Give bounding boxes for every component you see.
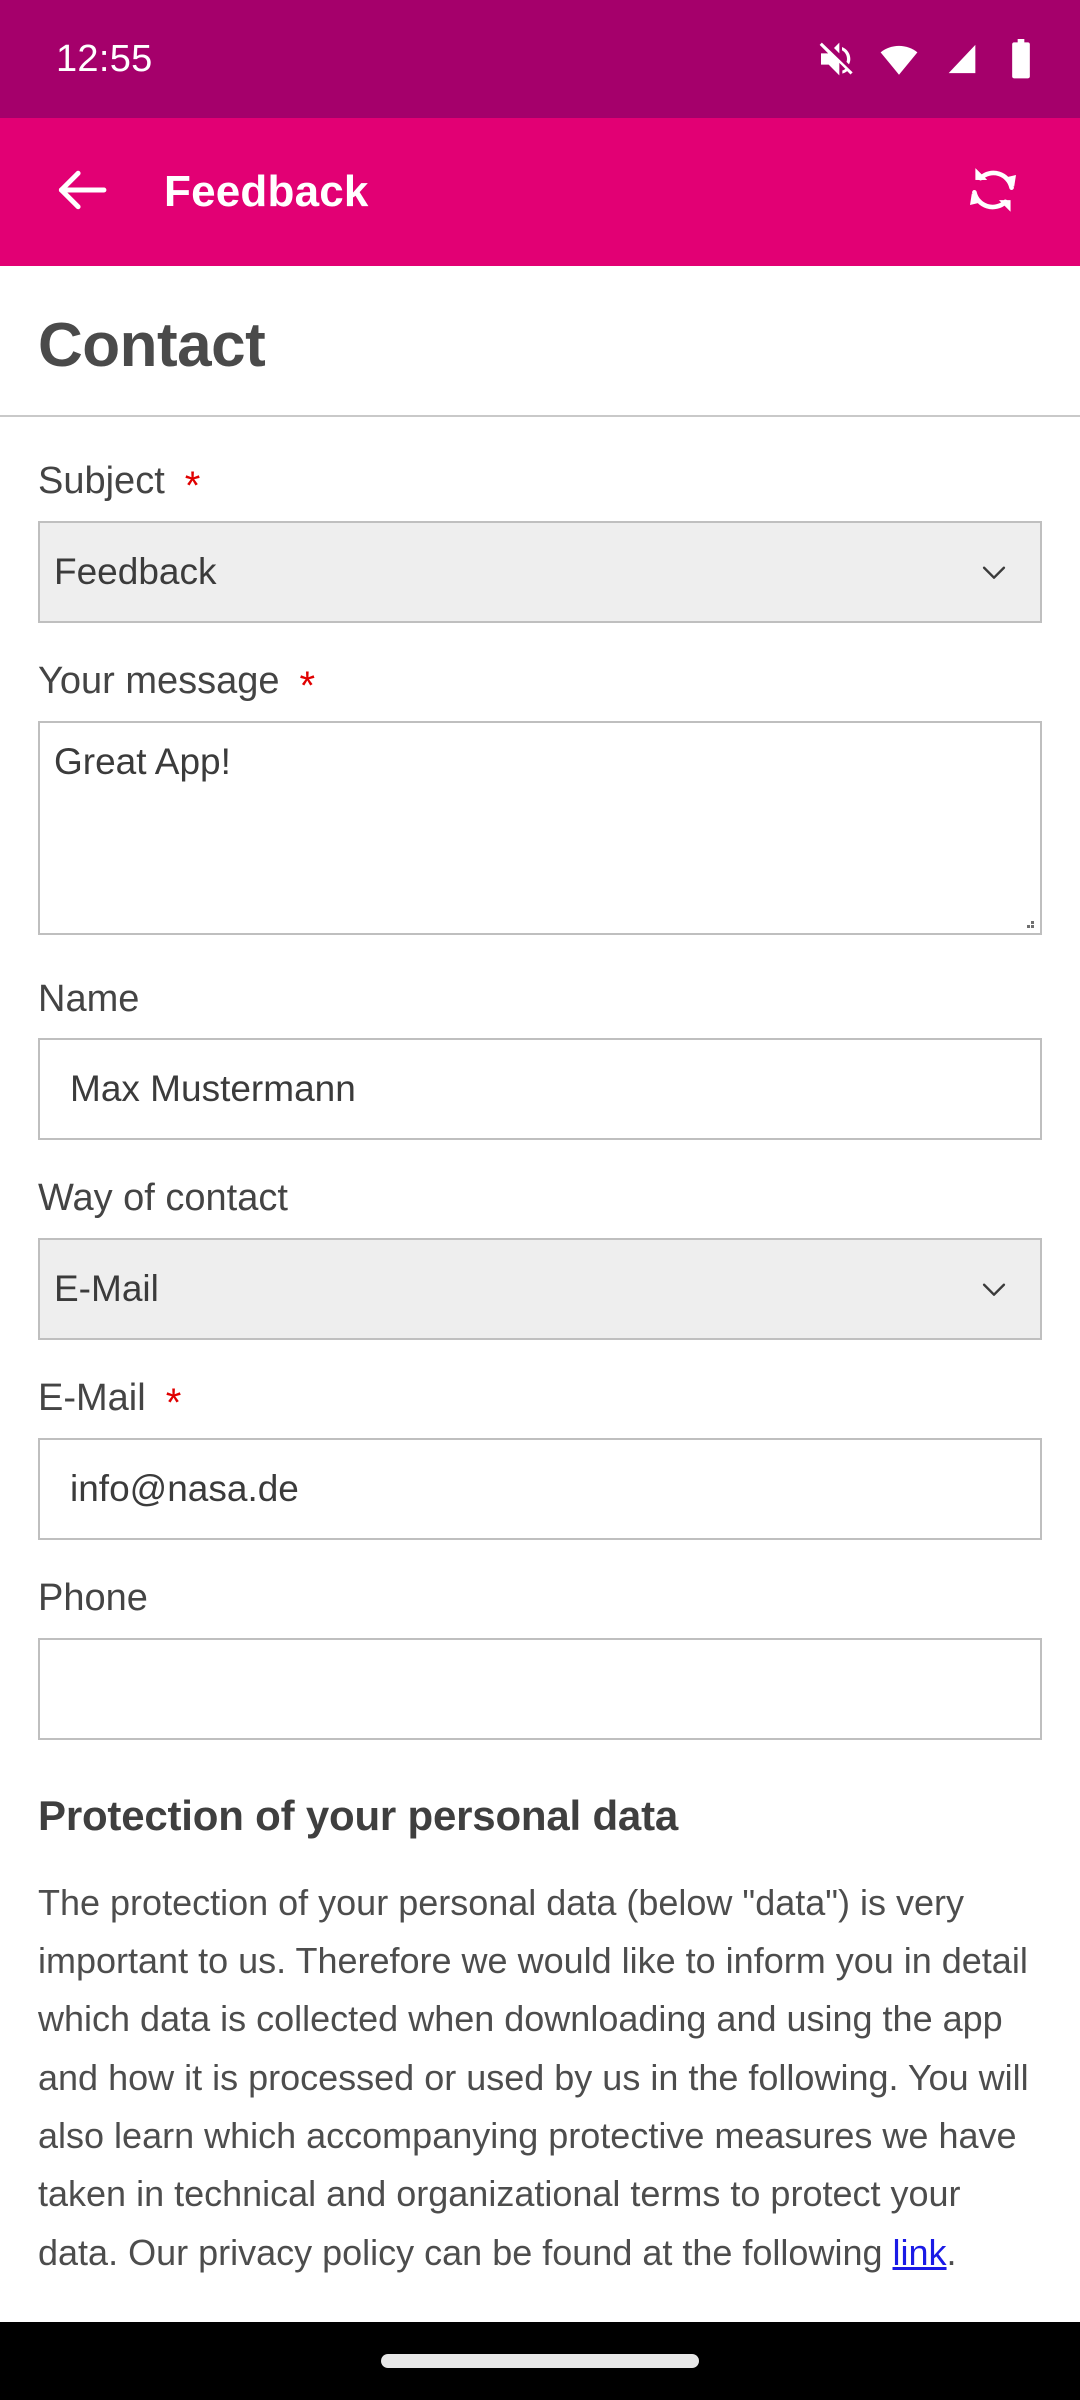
status-bar: 12:55 — [0, 0, 1080, 118]
resize-handle-icon[interactable] — [1023, 917, 1035, 929]
subject-label: Subject — [38, 460, 165, 502]
privacy-section: Protection of your personal data The pro… — [0, 1792, 1080, 2282]
wifi-icon — [878, 38, 920, 80]
contact-form: Subject * Feedback Your message * Great … — [0, 417, 1080, 1740]
way-of-contact-label: Way of contact — [38, 1177, 288, 1220]
subject-select-value: Feedback — [54, 550, 217, 592]
privacy-body: The protection of your personal data (be… — [38, 1874, 1042, 2282]
chevron-down-icon — [974, 1272, 1014, 1306]
field-way-of-contact: Way of contact E-Mail — [38, 1178, 1042, 1341]
field-name: Name Max Mustermann — [38, 977, 1042, 1141]
email-label-row: E-Mail * — [38, 1377, 1042, 1426]
subject-select[interactable]: Feedback — [38, 520, 1042, 623]
name-label: Name — [38, 977, 140, 1020]
status-clock: 12:55 — [56, 37, 153, 80]
field-subject: Subject * Feedback — [38, 460, 1042, 623]
name-input[interactable]: Max Mustermann — [38, 1038, 1042, 1141]
app-bar-title: Feedback — [164, 167, 369, 216]
way-of-contact-select-value: E-Mail — [54, 1268, 159, 1310]
privacy-heading: Protection of your personal data — [38, 1791, 679, 1839]
refresh-button[interactable] — [954, 153, 1032, 231]
privacy-body-text: The protection of your personal data (be… — [38, 1881, 1029, 2273]
home-indicator[interactable] — [381, 2354, 699, 2368]
way-of-contact-select[interactable]: E-Mail — [38, 1238, 1042, 1341]
system-navigation-bar — [0, 2322, 1080, 2400]
refresh-icon — [962, 159, 1024, 226]
email-label: E-Mail — [38, 1377, 146, 1420]
phone-screen: 12:55 Feedback Contact Subject * Feedbac… — [0, 0, 1080, 2400]
message-label: Your message — [38, 659, 280, 702]
privacy-body-end: . — [946, 2231, 957, 2273]
way-of-contact-label-row: Way of contact — [38, 1178, 1042, 1220]
email-input-value: info@nasa.de — [70, 1467, 299, 1509]
status-icon-group — [816, 38, 1038, 80]
back-button[interactable] — [44, 154, 120, 230]
message-textarea[interactable]: Great App! — [38, 720, 1042, 935]
chevron-down-icon — [974, 555, 1014, 589]
field-email: E-Mail * info@nasa.de — [38, 1377, 1042, 1540]
message-label-row: Your message * — [38, 659, 1042, 708]
phone-input[interactable] — [38, 1637, 1042, 1740]
cellular-signal-icon — [942, 39, 982, 79]
page-content: Contact Subject * Feedback Your message … — [0, 266, 1080, 2322]
required-asterisk: * — [184, 463, 201, 508]
field-phone: Phone — [38, 1576, 1042, 1740]
name-label-row: Name — [38, 977, 1042, 1021]
page-title: Contact — [38, 311, 266, 380]
mute-icon — [816, 39, 856, 79]
name-input-value: Max Mustermann — [70, 1068, 356, 1110]
app-bar: Feedback — [0, 118, 1080, 266]
privacy-policy-link[interactable]: link — [893, 2232, 947, 2273]
subject-label-row: Subject * — [38, 460, 1042, 508]
email-input[interactable]: info@nasa.de — [38, 1437, 1042, 1540]
phone-label: Phone — [38, 1576, 148, 1619]
phone-label-row: Phone — [38, 1576, 1042, 1620]
message-textarea-value: Great App! — [54, 740, 231, 782]
arrow-left-icon — [51, 159, 113, 226]
battery-icon — [1004, 39, 1038, 79]
required-asterisk: * — [299, 663, 316, 708]
field-message: Your message * Great App! — [38, 659, 1042, 935]
required-asterisk: * — [165, 1381, 182, 1426]
